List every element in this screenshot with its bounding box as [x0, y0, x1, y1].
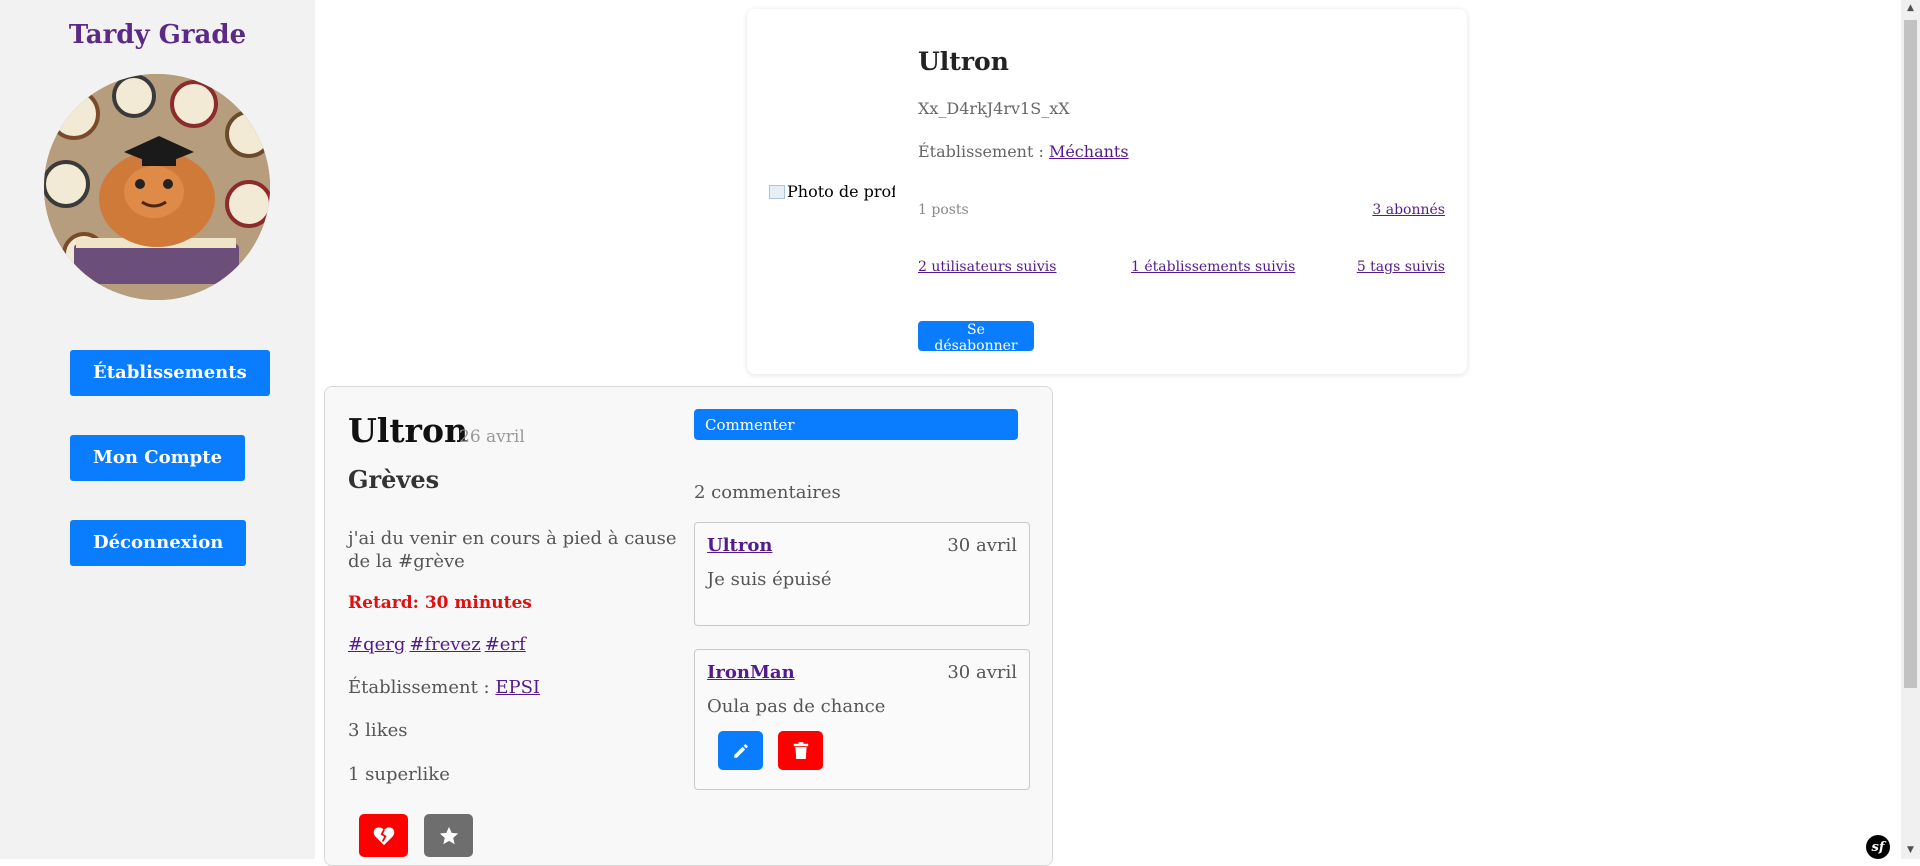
profile-handle: Xx_D4rkJ4rv1S_xX [918, 99, 1070, 118]
pencil-icon [733, 743, 748, 758]
brand-title: Tardy Grade [68, 20, 247, 50]
post-tags: #qerg #frevez #erf [348, 634, 530, 655]
profile-photo-alt: Photo de profil [787, 182, 895, 201]
comment-text: Je suis épuisé [707, 569, 832, 590]
nav-mon-compte-button[interactable]: Mon Compte [70, 435, 246, 481]
superlike-button[interactable] [424, 814, 473, 857]
post-tag-link[interactable]: #frevez [409, 634, 480, 655]
post-title: Grèves [348, 465, 440, 494]
comment-item: IronMan 30 avril Oula pas de chance [694, 649, 1030, 790]
profile-followers-link[interactable]: 3 abonnés [1372, 202, 1445, 218]
comment-item: Ultron 30 avril Je suis épuisé [694, 522, 1030, 626]
comment-text: Oula pas de chance [707, 696, 886, 717]
brand-avatar [44, 74, 270, 300]
profile-etablissement: Établissement : Méchants [918, 142, 1129, 161]
post-likes-count: 3 likes [348, 720, 408, 741]
post-author: Ultron [348, 411, 468, 450]
post-etablissement: Établissement : EPSI [348, 677, 540, 698]
post-etablissement-label: Établissement : [348, 677, 496, 698]
post-delay: Retard: 30 minutes [348, 593, 532, 613]
scroll-down-arrow-icon[interactable]: ▼ [1901, 842, 1920, 859]
unlike-button[interactable] [359, 814, 408, 857]
profile-etablissement-label: Établissement : [918, 142, 1049, 161]
profile-users-followed-link[interactable]: 2 utilisateurs suivis [918, 259, 1056, 275]
star-icon [439, 826, 458, 844]
comment-count: 2 commentaires [694, 482, 841, 503]
profile-tags-followed-link[interactable]: 5 tags suivis [1357, 259, 1445, 275]
heart-broken-icon [373, 826, 394, 845]
nav-deconnexion-button[interactable]: Déconnexion [70, 520, 247, 566]
scroll-thumb[interactable] [1904, 20, 1917, 688]
sidebar: Tardy Grade Établissements Mon Compte Dé… [0, 0, 315, 859]
comment-author-link[interactable]: Ultron [707, 535, 772, 556]
post-superlikes-count: 1 superlike [348, 764, 450, 785]
delete-comment-button[interactable] [778, 731, 823, 770]
post-card: Ultron 26 avril Grèves j'ai du venir en … [324, 386, 1053, 866]
profile-etabs-followed-link[interactable]: 1 établissements suivis [1131, 259, 1295, 275]
profile-card: Photo de profil Ultron Xx_D4rkJ4rv1S_xX … [747, 9, 1467, 374]
broken-image-icon [769, 185, 785, 199]
profile-name: Ultron [918, 47, 1009, 76]
profile-etablissement-link[interactable]: Méchants [1049, 142, 1129, 161]
post-date: 26 avril [459, 427, 525, 447]
comment-button[interactable]: Commenter [694, 409, 1018, 440]
edit-comment-button[interactable] [718, 731, 763, 770]
page-scrollbar[interactable]: ▲ ▼ [1901, 0, 1920, 859]
comment-date: 30 avril [947, 662, 1017, 683]
comment-date: 30 avril [947, 535, 1017, 556]
symfony-icon[interactable]: sf [1866, 835, 1890, 859]
comment-author-link[interactable]: IronMan [707, 662, 795, 683]
post-tag-link[interactable]: #qerg [348, 634, 405, 655]
post-text: j'ai du venir en cours à pied à cause de… [348, 528, 677, 572]
nav-etablissements-button[interactable]: Établissements [70, 350, 270, 396]
scroll-up-arrow-icon[interactable]: ▲ [1901, 0, 1920, 17]
unsubscribe-button[interactable]: Se désabonner [918, 321, 1034, 354]
trash-icon [793, 741, 808, 759]
profile-posts-count: 1 posts [918, 202, 969, 218]
post-tag-link[interactable]: #erf [485, 634, 526, 655]
post-etablissement-link[interactable]: EPSI [495, 677, 540, 698]
profile-photo: Photo de profil [769, 182, 895, 204]
